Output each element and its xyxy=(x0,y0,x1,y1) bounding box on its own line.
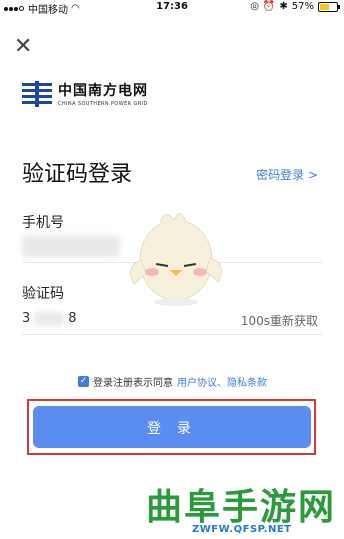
close-icon[interactable]: ✕ xyxy=(14,36,32,58)
page-title: 验证码登录 xyxy=(22,162,133,187)
watermark-url: ZWFW.QFSP.NET xyxy=(192,524,292,535)
agreement-text: 登录注册表示同意 xyxy=(93,378,173,389)
phone-input[interactable] xyxy=(22,235,120,257)
code-label: 验证码 xyxy=(22,286,64,302)
agree-checkbox[interactable]: ✓ xyxy=(78,376,89,387)
status-right: ◎ ⏰ ✱ 57% xyxy=(250,1,340,12)
code-value-end: 8 xyxy=(68,311,77,326)
code-value-start: 3 xyxy=(22,311,31,326)
battery-percent: 57% xyxy=(291,1,314,12)
code-divider xyxy=(22,334,322,335)
status-bar: 中国移动 ◠ 17:36 ◎ ⏰ ✱ 57% xyxy=(0,0,344,16)
brand-name-en: CHINA SOUTHERN POWER GRID xyxy=(58,101,148,107)
bluetooth-icon: ✱ xyxy=(279,1,288,12)
chick-mascot-icon xyxy=(129,213,223,306)
code-value-masked xyxy=(34,311,65,326)
brand-logo: 中国南方电网 CHINA SOUTHERN POWER GRID xyxy=(22,80,148,107)
resend-code-button[interactable]: 100s重新获取 xyxy=(241,312,318,329)
battery-icon xyxy=(318,1,340,12)
watermark-title: 曲阜手游网 xyxy=(146,487,337,528)
orientation-lock-icon: ◎ xyxy=(250,1,259,12)
agreement-links[interactable]: 用户协议、隐私条款 xyxy=(177,374,267,389)
code-input[interactable]: 38 xyxy=(22,311,77,326)
alarm-icon: ⏰ xyxy=(262,1,276,12)
phone-label: 手机号 xyxy=(22,215,64,231)
power-grid-logo-icon xyxy=(22,80,52,107)
login-button[interactable]: 登 录 xyxy=(33,406,311,448)
agreement-row: ✓ 登录注册表示同意 用户协议、隐私条款 xyxy=(78,374,267,389)
brand-name-cn: 中国南方电网 xyxy=(58,83,148,99)
password-login-link[interactable]: 密码登录 > xyxy=(256,166,318,183)
